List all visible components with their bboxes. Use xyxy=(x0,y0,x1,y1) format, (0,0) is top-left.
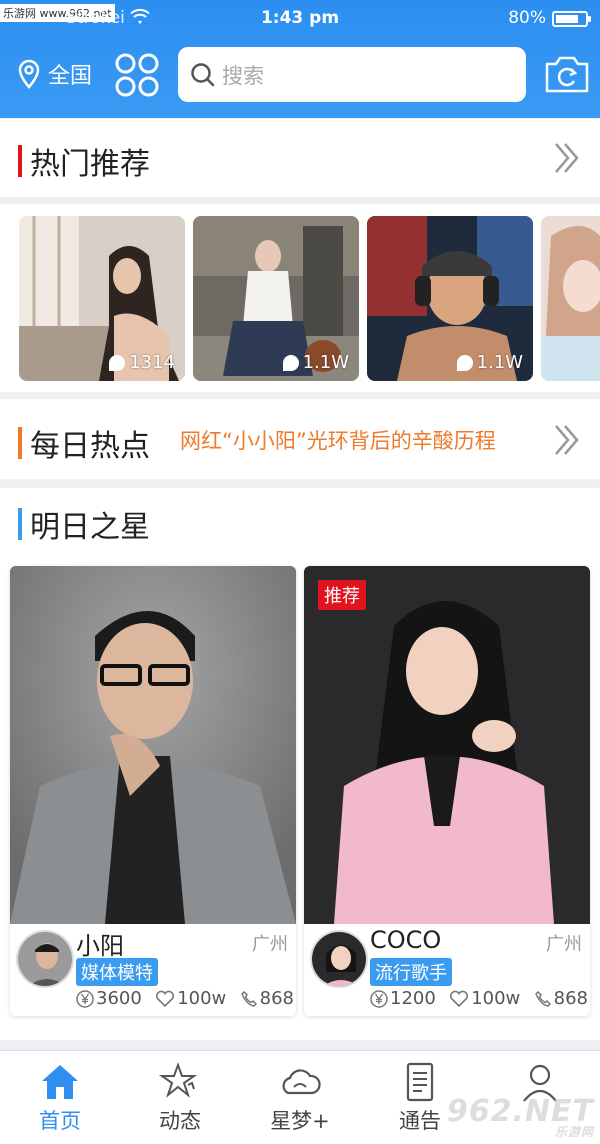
avatar xyxy=(310,930,368,988)
battery-icon xyxy=(552,11,591,27)
comment-icon xyxy=(282,354,299,371)
double-chevron-right-icon[interactable] xyxy=(552,141,582,175)
battery-percent: 80% xyxy=(508,8,546,28)
star-stats: 3600 100w 868 xyxy=(76,988,294,1009)
tab-label: 动态 xyxy=(159,1109,201,1133)
double-chevron-right-icon[interactable] xyxy=(552,423,582,457)
comment-icon xyxy=(456,354,473,371)
category-grid-icon[interactable] xyxy=(114,52,160,98)
app-screen: 乐游网 www.962.net Strokei 1:43 pm 80% 全国 搜… xyxy=(0,0,600,1144)
star-stats: 1200 100w 868 xyxy=(370,988,588,1009)
hot-thumbnail-4[interactable] xyxy=(541,216,600,381)
star-category-tag: 流行歌手 xyxy=(370,958,452,986)
star-card[interactable]: 小阳 广州 媒体模特 3600 100w 868 xyxy=(10,566,296,1016)
calls-value: 868 xyxy=(259,988,294,1009)
price-stat: 3600 xyxy=(76,988,142,1009)
phone-icon xyxy=(534,990,551,1007)
hot-recommend-title: 热门推荐 xyxy=(18,139,150,183)
location-pin-icon xyxy=(18,59,40,89)
daily-hot-label: 每日热点 xyxy=(30,429,150,464)
section-accent-bar xyxy=(18,508,22,540)
recommended-badge: 推荐 xyxy=(318,580,366,610)
view-count: 1314 xyxy=(109,352,175,373)
daily-headline[interactable]: 网红“小小阳”光环背后的辛酸历程 xyxy=(180,425,496,455)
hot-thumbnail-2[interactable]: 1.1W xyxy=(193,216,359,381)
bottom-tab-bar: 首页 动态 星梦+ 通告 962.NET 乐游网 xyxy=(0,1050,600,1144)
yen-icon xyxy=(76,989,94,1008)
star-city: 广州 xyxy=(252,934,288,955)
calls-stat: 868 xyxy=(240,988,294,1009)
location-label: 全国 xyxy=(48,64,93,89)
calls-stat: 868 xyxy=(534,988,588,1009)
likes-stat: 100w xyxy=(449,988,520,1009)
star-name: 小阳 xyxy=(76,932,124,960)
document-icon xyxy=(406,1062,434,1102)
tab-home[interactable]: 首页 xyxy=(0,1051,120,1144)
hot-recommend-label: 热门推荐 xyxy=(30,147,150,182)
brand-watermark-logo: 962.NET 乐游网 xyxy=(447,1094,594,1140)
location-selector[interactable]: 全国 xyxy=(18,58,92,90)
calls-value: 868 xyxy=(553,988,588,1009)
price-stat: 1200 xyxy=(370,988,436,1009)
star-photo xyxy=(304,566,590,924)
camera-icon[interactable] xyxy=(544,54,590,94)
star-name: COCO xyxy=(370,926,442,954)
view-count: 1.1W xyxy=(456,352,523,373)
tab-label: 星梦+ xyxy=(270,1109,330,1133)
heart-icon xyxy=(156,990,175,1007)
avatar xyxy=(16,930,74,988)
daily-hot-title: 每日热点 xyxy=(18,421,150,465)
star-category-tag: 媒体模特 xyxy=(76,958,158,986)
tab-feed[interactable]: 动态 xyxy=(120,1051,240,1144)
section-accent-bar xyxy=(18,145,22,177)
price-value: 3600 xyxy=(96,988,142,1009)
home-icon xyxy=(42,1065,78,1099)
view-count-value: 1.1W xyxy=(476,352,523,373)
tab-label: 首页 xyxy=(39,1109,81,1133)
search-icon xyxy=(191,62,215,86)
yen-icon xyxy=(370,989,388,1008)
phone-icon xyxy=(240,990,257,1007)
star-card[interactable]: 推荐 COCO 广州 流行歌手 1200 100w 868 xyxy=(304,566,590,1016)
hot-recommend-header[interactable]: 热门推荐 xyxy=(0,119,600,197)
hot-thumbnail-strip: 1314 1.1W 1.1W xyxy=(0,204,600,392)
header: 乐游网 www.962.net Strokei 1:43 pm 80% 全国 搜… xyxy=(0,0,600,118)
star-photo xyxy=(10,566,296,924)
hot-thumbnail-3[interactable]: 1.1W xyxy=(367,216,533,381)
likes-stat: 100w xyxy=(155,988,226,1009)
likes-value: 100w xyxy=(471,988,521,1009)
tab-dream[interactable]: 星梦+ xyxy=(240,1051,360,1144)
search-placeholder: 搜索 xyxy=(222,63,264,88)
view-count: 1.1W xyxy=(282,352,349,373)
likes-value: 100w xyxy=(177,988,227,1009)
view-count-value: 1314 xyxy=(129,352,175,373)
tab-label: 通告 xyxy=(399,1109,441,1133)
heart-icon xyxy=(450,990,469,1007)
status-bar: 乐游网 www.962.net Strokei 1:43 pm 80% xyxy=(0,0,600,36)
view-count-value: 1.1W xyxy=(302,352,349,373)
search-input[interactable]: 搜索 xyxy=(178,47,526,102)
daily-hot-row[interactable]: 每日热点 网红“小小阳”光环背后的辛酸历程 xyxy=(0,399,600,479)
hot-thumbnail-1[interactable]: 1314 xyxy=(19,216,185,381)
section-accent-bar xyxy=(18,427,22,459)
star-icon xyxy=(158,1062,198,1098)
star-city: 广州 xyxy=(546,934,582,955)
rising-stars-label: 明日之星 xyxy=(30,510,150,545)
rising-stars-title: 明日之星 xyxy=(18,502,150,546)
price-value: 1200 xyxy=(390,988,436,1009)
comment-icon xyxy=(109,354,126,371)
cloud-icon xyxy=(282,1069,321,1095)
rising-stars-section: 明日之星 小阳 广州 媒体模特 3600 100w 868 推荐 COCO 广州… xyxy=(0,488,600,1040)
thumbnail-image xyxy=(541,216,600,381)
